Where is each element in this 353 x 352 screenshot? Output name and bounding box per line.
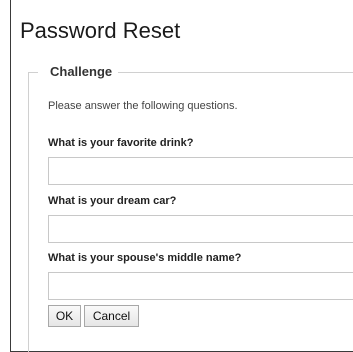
- fieldset-border-left: [28, 72, 29, 352]
- favorite-drink-input[interactable]: [48, 157, 353, 185]
- cancel-button[interactable]: Cancel: [84, 305, 139, 327]
- fieldset-border-top-left: [28, 72, 38, 73]
- fieldset-border-top-right: [118, 72, 353, 73]
- spouse-middle-name-input[interactable]: [48, 272, 353, 300]
- ok-button[interactable]: OK: [48, 305, 81, 327]
- question-label-dream-car: What is your dream car?: [48, 195, 177, 207]
- challenge-legend: Challenge: [48, 64, 115, 79]
- dream-car-input[interactable]: [48, 215, 353, 243]
- question-label-favorite-drink: What is your favorite drink?: [48, 137, 194, 149]
- question-label-spouse-middle-name: What is your spouse's middle name?: [48, 252, 242, 264]
- page-title: Password Reset: [20, 18, 181, 43]
- challenge-instructions: Please answer the following questions.: [48, 100, 238, 112]
